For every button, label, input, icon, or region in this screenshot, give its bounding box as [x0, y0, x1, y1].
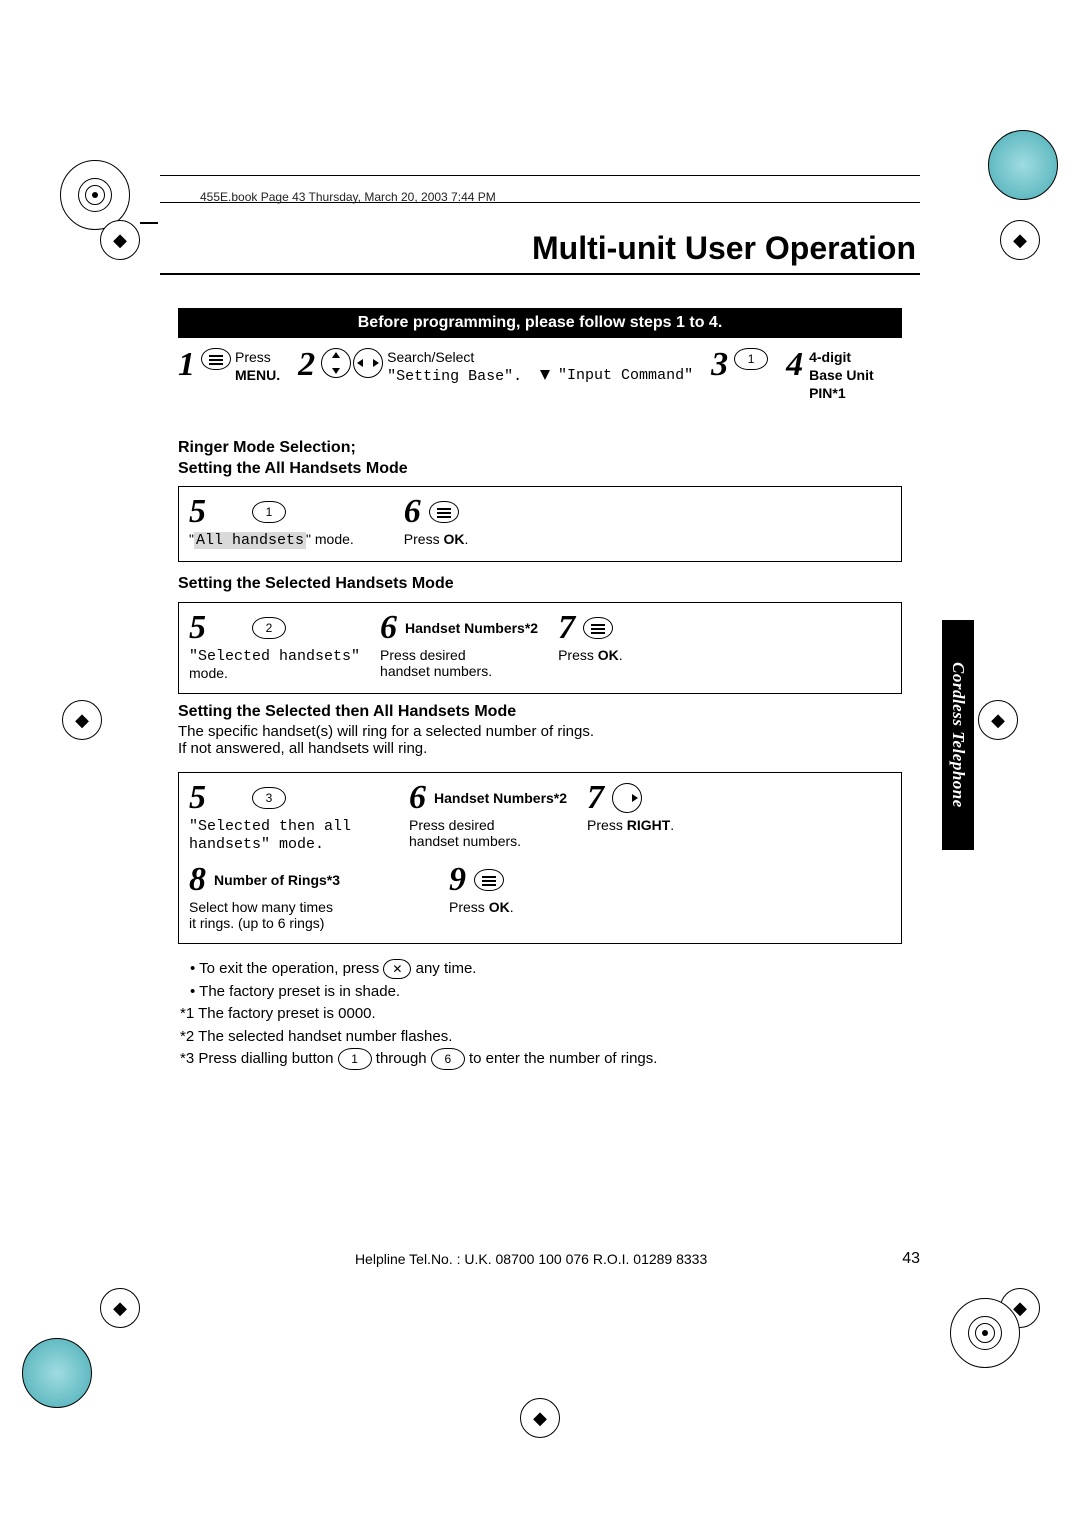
crop-circle-tr-cyan [988, 130, 1058, 200]
heading-selected-then-all: Setting the Selected then All Handsets M… [178, 702, 594, 757]
crop-line [140, 222, 158, 224]
crop-arrow-bottom: ◆ [520, 1398, 560, 1438]
dpad-updown-icon [321, 348, 351, 378]
step-number: 2 [298, 348, 315, 382]
key-1-icon: 1 [338, 1048, 372, 1070]
step-4: 4 4-digit Base Unit PIN*1 [786, 348, 874, 403]
preface-banner: Before programming, please follow steps … [178, 308, 902, 338]
step-3: 3 1 [711, 348, 768, 382]
menu-button-icon [201, 348, 231, 370]
heading-ringer-mode: Ringer Mode Selection; Setting the All H… [178, 438, 408, 480]
cancel-key-icon: ✕ [383, 959, 411, 979]
step-2-arrow-text: "Input Command" [540, 365, 693, 386]
crop-arrow-ml: ◆ [62, 700, 102, 740]
step-5: 5 3 "Selected then allhandsets" mode. [189, 781, 389, 853]
menu-button-icon [429, 501, 459, 523]
crop-circle-bl-cyan [22, 1338, 92, 1408]
key-1-icon: 1 [252, 501, 286, 523]
heading-selected-handsets: Setting the Selected Handsets Mode [178, 574, 454, 595]
key-3-icon: 3 [252, 787, 286, 809]
notes-list: • To exit the operation, press ✕ any tim… [190, 958, 657, 1071]
step-2-text: Search/Select "Setting Base". [387, 348, 522, 387]
step-9: 9 Press OK. [449, 863, 514, 915]
crop-arrow-bl: ◆ [100, 1288, 140, 1328]
crop-arrow-tr: ◆ [1000, 220, 1040, 260]
menu-button-icon [583, 617, 613, 639]
register-mark-icon [78, 178, 112, 212]
helpline-text: Helpline Tel.No. : U.K. 08700 100 076 R.… [355, 1251, 707, 1267]
crop-arrow-tl: ◆ [100, 220, 140, 260]
step-4-text: 4-digit Base Unit PIN*1 [809, 348, 874, 403]
page-title: Multi-unit User Operation [160, 230, 920, 275]
note-star-2: *2 The selected handset number flashes. [180, 1026, 657, 1049]
crop-arrow-mr: ◆ [978, 700, 1018, 740]
step-1: 1 [178, 348, 231, 382]
menu-button-icon [474, 869, 504, 891]
step-7: 7 Press RIGHT. [587, 781, 674, 833]
crop-circle-br [950, 1298, 1020, 1368]
register-mark-icon [968, 1316, 1002, 1350]
step-6: 6 Handset Numbers*2 Press desiredhandset… [380, 611, 538, 679]
step-8: 8 Number of Rings*3 Select how many time… [189, 863, 429, 931]
step-5: 5 1 "All handsets" mode. [189, 495, 354, 549]
note-star-1: *1 The factory preset is 0000. [180, 1003, 657, 1026]
key-1-icon: 1 [734, 348, 768, 370]
page-footer: Helpline Tel.No. : U.K. 08700 100 076 R.… [160, 1250, 920, 1268]
procedure-box-selected-then-all: 5 3 "Selected then allhandsets" mode. 6 … [178, 772, 902, 944]
print-header-note: 455E.book Page 43 Thursday, March 20, 20… [200, 190, 496, 204]
note-bullet-1: • To exit the operation, press ✕ any tim… [190, 958, 657, 981]
step-number: 4 [786, 348, 803, 382]
step-7: 7 Press OK. [558, 611, 623, 663]
step-number: 1 [178, 348, 195, 382]
section-tab-cordless-telephone: Cordless Telephone [942, 620, 974, 850]
key-6-icon: 6 [431, 1048, 465, 1070]
page-number: 43 [902, 1250, 920, 1268]
note-bullet-2: • The factory preset is in shade. [190, 981, 657, 1004]
dpad-leftright-icon [353, 348, 383, 378]
step-5: 5 2 "Selected handsets"mode. [189, 611, 360, 681]
step-6: 6 Handset Numbers*2 Press desiredhandset… [409, 781, 567, 849]
down-arrow-icon [540, 370, 550, 380]
common-steps-row: 1 Press MENU. 2 Search/Select "Setting B… [178, 348, 902, 403]
procedure-box-selected: 5 2 "Selected handsets"mode. 6 Handset N… [178, 602, 902, 694]
step-6: 6 Press OK. [404, 495, 469, 547]
step-2: 2 [298, 348, 383, 382]
dpad-right-icon [612, 783, 642, 813]
procedure-box-all-handsets: 5 1 "All handsets" mode. 6 Press OK. [178, 486, 902, 562]
note-star-3: *3 Press dialling button 1 through 6 to … [180, 1048, 657, 1071]
step-1-text: Press MENU. [235, 348, 280, 384]
shaded-preset: All handsets [194, 532, 306, 549]
key-2-icon: 2 [252, 617, 286, 639]
step-number: 3 [711, 348, 728, 382]
